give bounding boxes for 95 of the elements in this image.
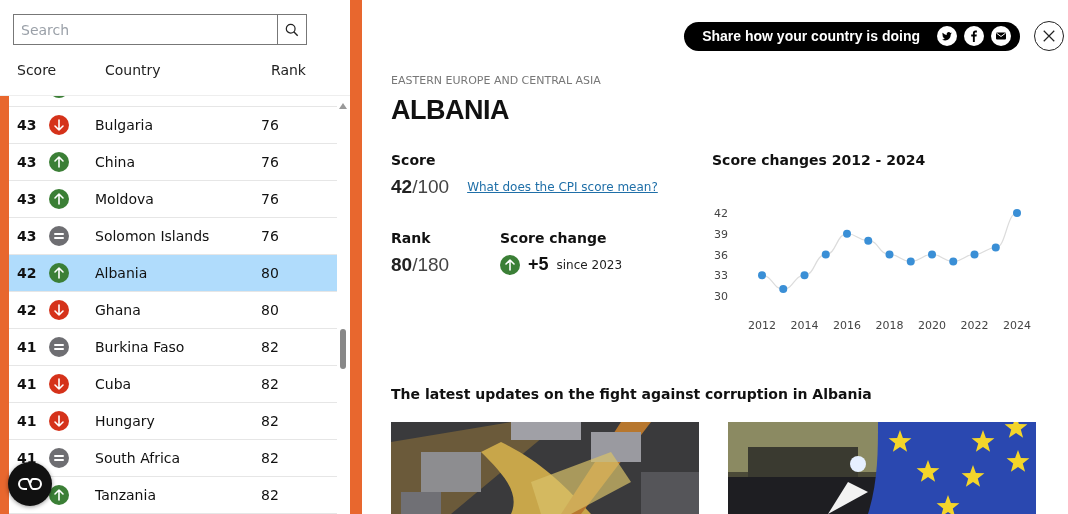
data-point <box>758 271 766 280</box>
x-tick-label: 2022 <box>960 319 989 332</box>
country-name: South Africa <box>95 450 182 466</box>
close-icon <box>1042 29 1056 43</box>
close-button[interactable] <box>1034 21 1064 51</box>
country-name: Tanzania <box>95 487 157 503</box>
data-point <box>928 250 936 259</box>
score-text: 42 <box>17 302 38 318</box>
table-row[interactable]: 42 Ghana 80 <box>9 292 337 329</box>
x-tick-label: 2014 <box>790 319 819 332</box>
score-text: 43 <box>17 154 38 170</box>
rank-text: 76 <box>261 117 279 133</box>
data-point <box>779 285 788 294</box>
y-tick-label: 42 <box>714 207 728 220</box>
country-name: Ghana <box>95 302 142 318</box>
data-point <box>991 243 1000 252</box>
score-value: 42/100 <box>391 176 450 198</box>
region-label: EASTERN EUROPE AND CENTRAL ASIA <box>391 74 602 87</box>
data-point <box>800 271 809 280</box>
country-name: China <box>95 154 136 170</box>
table-row[interactable]: 41 Cuba 82 <box>9 366 337 403</box>
column-header[interactable]: Score <box>17 62 105 78</box>
data-point <box>821 250 830 259</box>
column-header[interactable]: Country <box>105 62 271 78</box>
table-row[interactable]: 43 China 76 <box>9 144 337 181</box>
score-label: Score <box>391 152 437 168</box>
data-point <box>970 250 979 259</box>
table-row[interactable]: 43 Bulgaria 76 <box>9 107 337 144</box>
country-name: Burkina Faso <box>95 339 186 355</box>
x-tick-label: 2012 <box>748 319 776 332</box>
rank-text: 76 <box>261 154 279 170</box>
country-name: Moldova <box>95 191 155 207</box>
share-button[interactable] <box>991 26 1011 46</box>
chart-title: Score changes 2012 - 2024 <box>712 152 927 168</box>
updates-heading: The latest updates on the fight against corruption in Albania <box>391 386 873 402</box>
facebook-f-icon <box>964 26 984 46</box>
data-point <box>885 250 894 259</box>
x-tick-label: 2020 <box>918 319 946 332</box>
score-text: 41 <box>17 376 38 392</box>
score-text: 43 <box>17 228 38 244</box>
table-row[interactable]: 41 Burkina Faso 82 <box>9 329 337 366</box>
x-tick-label: 2016 <box>833 319 861 332</box>
score-text: 42 <box>17 265 38 281</box>
rank-text: 82 <box>261 339 279 355</box>
country-name: Albania <box>95 265 149 281</box>
score-text: 43 <box>17 191 38 207</box>
x-tick-label: 2024 <box>1003 319 1031 332</box>
since-text: since 2023 <box>556 257 623 272</box>
y-tick-label: 39 <box>714 227 728 241</box>
share-label: Share how your country is doing <box>702 28 920 44</box>
data-point <box>864 236 873 245</box>
score-text: 43 <box>17 117 38 133</box>
rank-text: 80 <box>261 302 279 318</box>
table-row[interactable]: 43 Moldova 76 <box>9 181 337 218</box>
data-point <box>1013 209 1021 217</box>
twitter-bird-icon <box>937 26 957 46</box>
scrollbar-thumb[interactable] <box>340 329 346 369</box>
country-name: Hungary <box>95 413 156 429</box>
score-text: 41 <box>17 450 38 466</box>
search-field[interactable]: Search <box>13 14 277 45</box>
cpi-score-link[interactable]: What does the CPI score mean? <box>467 180 658 194</box>
search-icon <box>285 22 299 37</box>
country-name: Cuba <box>95 376 133 392</box>
rank-label: Rank <box>391 230 432 246</box>
column-header[interactable]: Rank <box>271 62 306 78</box>
change-value: +5 <box>528 254 549 275</box>
loop-icon <box>18 477 42 491</box>
rank-text: 80 <box>261 265 279 281</box>
search-button[interactable] <box>277 14 307 45</box>
accessibility-overlay[interactable] <box>8 462 52 506</box>
envelope-icon <box>991 26 1011 46</box>
table-row[interactable]: 41 Hungary 82 <box>9 403 337 440</box>
rank-text: 82 <box>261 487 279 503</box>
rank-text: 82 <box>261 450 279 466</box>
rank-text: 76 <box>261 191 279 207</box>
country-title: ALBANIA <box>391 95 510 126</box>
rank-text: 76 <box>261 228 279 244</box>
x-tick-label: 2018 <box>875 319 904 332</box>
country-name: Solomon Islands <box>95 228 211 244</box>
data-point <box>949 257 958 266</box>
y-tick-label: 33 <box>714 269 728 283</box>
score-text: 41 <box>17 413 38 429</box>
country-name: Bulgaria <box>95 117 155 133</box>
data-point <box>906 257 915 266</box>
table-row[interactable]: 42 Albania 80 <box>9 255 337 292</box>
share-button[interactable] <box>937 26 957 46</box>
score-change-label: Score change <box>500 230 608 246</box>
y-tick-label: 30 <box>714 290 728 303</box>
rank-text: 82 <box>261 413 279 429</box>
score-text: 41 <box>17 339 38 355</box>
share-button[interactable] <box>964 26 984 46</box>
y-tick-label: 36 <box>714 248 728 262</box>
data-point <box>843 229 851 238</box>
rank-text: 82 <box>261 376 279 392</box>
rank-value: 80/180 <box>391 254 450 276</box>
